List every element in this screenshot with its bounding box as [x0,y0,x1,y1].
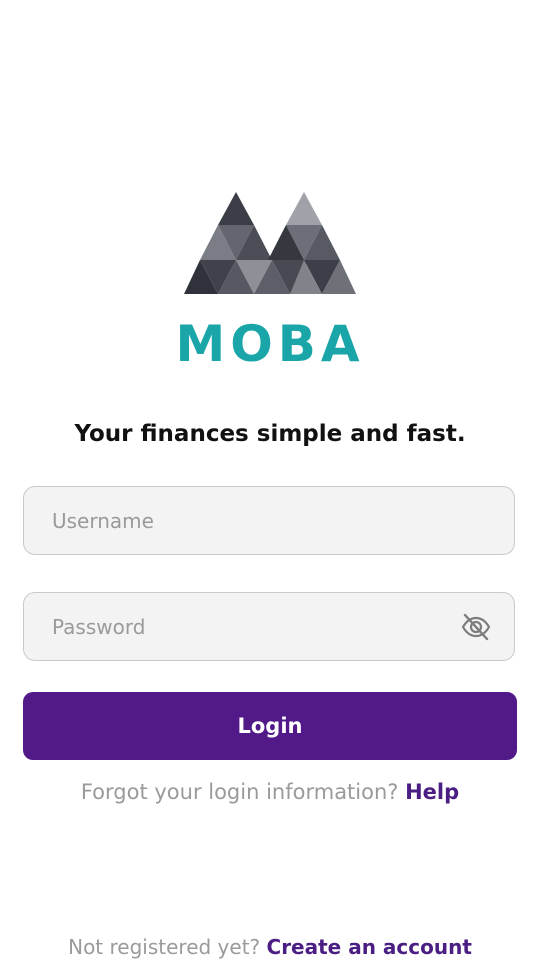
help-link[interactable]: Help [405,780,459,804]
forgot-login-text: Forgot your login information? [80,780,406,804]
username-input[interactable] [52,487,452,554]
username-field[interactable] [23,486,515,555]
password-input[interactable] [52,593,452,660]
eye-off-icon[interactable] [460,611,492,643]
not-registered-text: Not registered yet? [68,935,267,959]
brand-name: MOBA [175,315,365,373]
moba-mountain-logo-icon [184,192,356,294]
create-account-link[interactable]: Create an account [267,935,472,959]
password-field[interactable] [23,592,515,661]
register-row: Not registered yet? Create an account [0,932,540,962]
login-button[interactable]: Login [23,692,517,760]
tagline: Your finances simple and fast. [74,421,466,447]
forgot-login-row: Forgot your login information? Help [0,777,540,807]
